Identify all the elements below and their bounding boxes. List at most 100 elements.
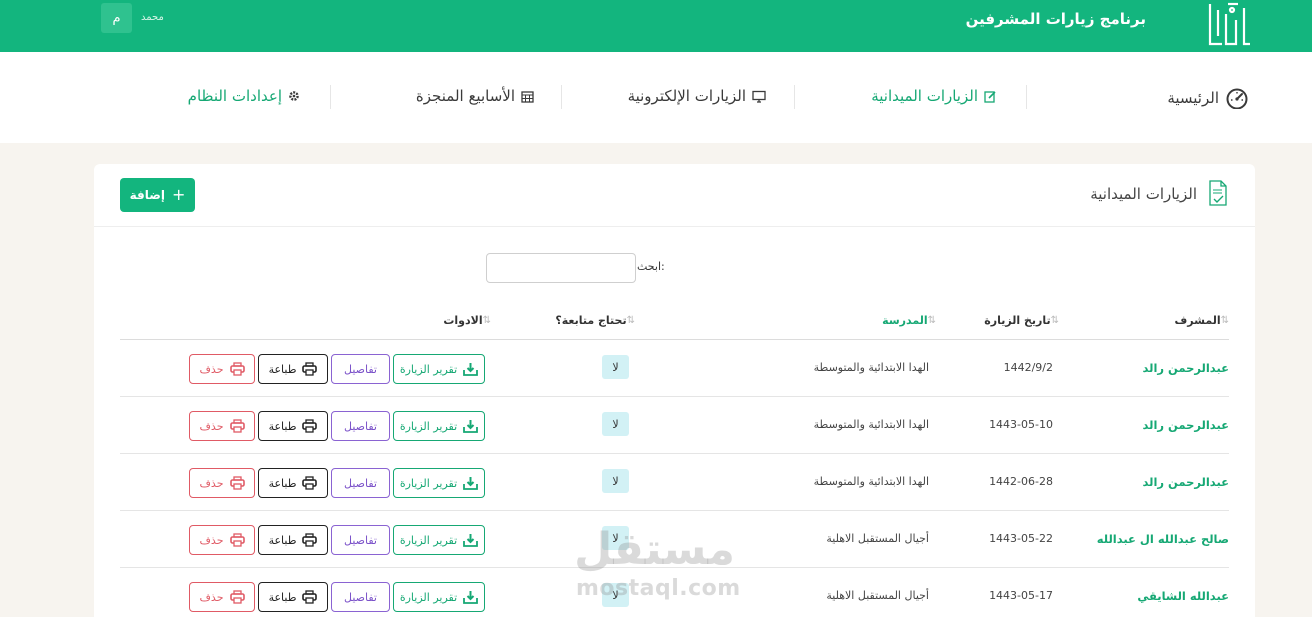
- print-label: طباعة: [268, 476, 297, 490]
- table-row: عبدالرحمن رالد 1443-05-10 الهدا الابتدائ…: [120, 397, 1229, 454]
- supervisor-link[interactable]: عبدالرحمن رالد: [1143, 418, 1229, 432]
- visit-report-button[interactable]: تقرير الزيارة: [393, 411, 485, 441]
- printer-icon: [302, 533, 318, 547]
- visit-date: 1443-05-22: [989, 532, 1053, 545]
- th-follow-up[interactable]: ⇅ تحتاج متابعة؟: [533, 314, 635, 327]
- search-input[interactable]: [486, 253, 636, 283]
- nav-divider: [561, 85, 562, 109]
- print-button[interactable]: طباعة: [258, 468, 328, 498]
- supervisor-link[interactable]: عبدالله الشايقي: [1137, 589, 1229, 603]
- table-row: عبدالرحمن رالد 1442/9/2 الهدا الابتدائية…: [120, 340, 1229, 397]
- visit-date: 1443-05-10: [989, 418, 1053, 431]
- follow-up-badge: لا: [602, 412, 629, 436]
- edit-icon: [984, 90, 996, 103]
- delete-button[interactable]: حذف: [189, 525, 255, 555]
- print-label: طباعة: [268, 533, 297, 547]
- print-label: طباعة: [268, 362, 297, 376]
- user-avatar[interactable]: م: [101, 3, 132, 33]
- follow-up-badge: لا: [602, 469, 629, 493]
- sort-icon: ⇅: [1220, 315, 1229, 326]
- nav-field-visits[interactable]: الزيارات الميدانية: [871, 87, 997, 105]
- visit-report-label: تقرير الزيارة: [399, 362, 458, 376]
- th-tools[interactable]: ⇅ الادوات: [432, 314, 491, 327]
- school-name: الهدا الابتدائية والمتوسطة: [813, 475, 929, 488]
- delete-label: حذف: [199, 476, 224, 490]
- printer-icon: [229, 590, 245, 604]
- visit-report-button[interactable]: تقرير الزيارة: [393, 354, 485, 384]
- th-supervisor[interactable]: ⇅ المشرف: [1079, 314, 1229, 327]
- app-title: برنامج زيارات المشرفين: [965, 10, 1146, 28]
- school-name: أجيال المستقبل الاهلية: [826, 589, 929, 602]
- th-date[interactable]: ⇅ تاريخ الزيارة: [953, 314, 1059, 327]
- visit-date: 1442-06-28: [989, 475, 1053, 488]
- details-label: تفاصيل: [344, 533, 377, 547]
- top-bar: برنامج زيارات المشرفين محمد م: [0, 0, 1312, 52]
- details-button[interactable]: تفاصيل: [331, 411, 390, 441]
- details-button[interactable]: تفاصيل: [331, 582, 390, 612]
- delete-label: حذف: [199, 419, 224, 433]
- visit-report-label: تقرير الزيارة: [399, 533, 458, 547]
- nav-field-visits-label: الزيارات الميدانية: [871, 87, 978, 105]
- delete-label: حذف: [199, 362, 224, 376]
- table-row: صالح عبدالله ال عبدالله 1443-05-22 أجيال…: [120, 511, 1229, 568]
- download-tray-icon: [463, 591, 479, 604]
- gear-icon: [289, 91, 299, 101]
- details-button[interactable]: تفاصيل: [331, 354, 390, 384]
- search-label: ابحث:: [637, 260, 665, 273]
- sort-icon: ⇅: [1050, 315, 1059, 326]
- print-button[interactable]: طباعة: [258, 411, 328, 441]
- delete-button[interactable]: حذف: [189, 354, 255, 384]
- details-button[interactable]: تفاصيل: [331, 525, 390, 555]
- delete-label: حذف: [199, 533, 224, 547]
- download-tray-icon: [463, 363, 479, 376]
- plus-icon: +: [171, 185, 186, 204]
- user-name[interactable]: محمد: [141, 12, 164, 23]
- nav-home-label: الرئيسية: [1167, 89, 1219, 107]
- supervisor-link[interactable]: صالح عبدالله ال عبدالله: [1097, 532, 1229, 546]
- nav-electronic-visits[interactable]: الزيارات الإلكترونية: [628, 87, 766, 105]
- nav-electronic-visits-label: الزيارات الإلكترونية: [627, 87, 746, 105]
- delete-button[interactable]: حذف: [189, 582, 255, 612]
- supervisor-link[interactable]: عبدالرحمن رالد: [1143, 475, 1229, 489]
- school-name: الهدا الابتدائية والمتوسطة: [813, 361, 929, 374]
- dashboard-gauge-icon: [1226, 88, 1248, 109]
- nav-system-settings-label: إعدادات النظام: [187, 87, 282, 105]
- follow-up-badge: لا: [602, 355, 629, 379]
- visit-report-button[interactable]: تقرير الزيارة: [393, 582, 485, 612]
- printer-icon: [229, 476, 245, 490]
- print-button[interactable]: طباعة: [258, 582, 328, 612]
- visit-report-button[interactable]: تقرير الزيارة: [393, 468, 485, 498]
- follow-up-badge: لا: [602, 583, 629, 607]
- logo-icon: [1208, 2, 1250, 46]
- add-button-label: إضافة: [129, 188, 165, 202]
- printer-icon: [229, 419, 245, 433]
- nav-completed-weeks[interactable]: الأسابيع المنجزة: [416, 87, 534, 105]
- print-button[interactable]: طباعة: [258, 525, 328, 555]
- document-check-icon: [1209, 180, 1227, 206]
- sort-icon: ⇅: [482, 315, 491, 326]
- card-title: الزيارات الميدانية: [1090, 185, 1197, 203]
- supervisor-link[interactable]: عبدالرحمن رالد: [1143, 361, 1229, 375]
- sort-icon: ⇅: [927, 315, 936, 326]
- th-school[interactable]: ⇅ المدرسة: [859, 314, 936, 327]
- nav-home[interactable]: الرئيسية: [1167, 87, 1249, 109]
- printer-icon: [302, 362, 318, 376]
- details-button[interactable]: تفاصيل: [331, 468, 390, 498]
- download-tray-icon: [463, 534, 479, 547]
- main-nav: الرئيسية الزيارات الميدانية الزيارات الإ…: [0, 52, 1312, 143]
- delete-button[interactable]: حذف: [189, 411, 255, 441]
- add-button[interactable]: + إضافة: [120, 178, 195, 212]
- visit-report-button[interactable]: تقرير الزيارة: [393, 525, 485, 555]
- printer-icon: [302, 419, 318, 433]
- sort-icon: ⇅: [626, 315, 635, 326]
- delete-button[interactable]: حذف: [189, 468, 255, 498]
- details-label: تفاصيل: [344, 590, 377, 604]
- details-label: تفاصيل: [344, 419, 377, 433]
- calendar-icon: [521, 90, 534, 103]
- nav-system-settings[interactable]: إعدادات النظام: [188, 87, 300, 105]
- visit-date: 1443-05-17: [989, 589, 1053, 602]
- printer-icon: [302, 476, 318, 490]
- print-label: طباعة: [268, 419, 297, 433]
- print-button[interactable]: طباعة: [258, 354, 328, 384]
- nav-divider: [1026, 85, 1027, 109]
